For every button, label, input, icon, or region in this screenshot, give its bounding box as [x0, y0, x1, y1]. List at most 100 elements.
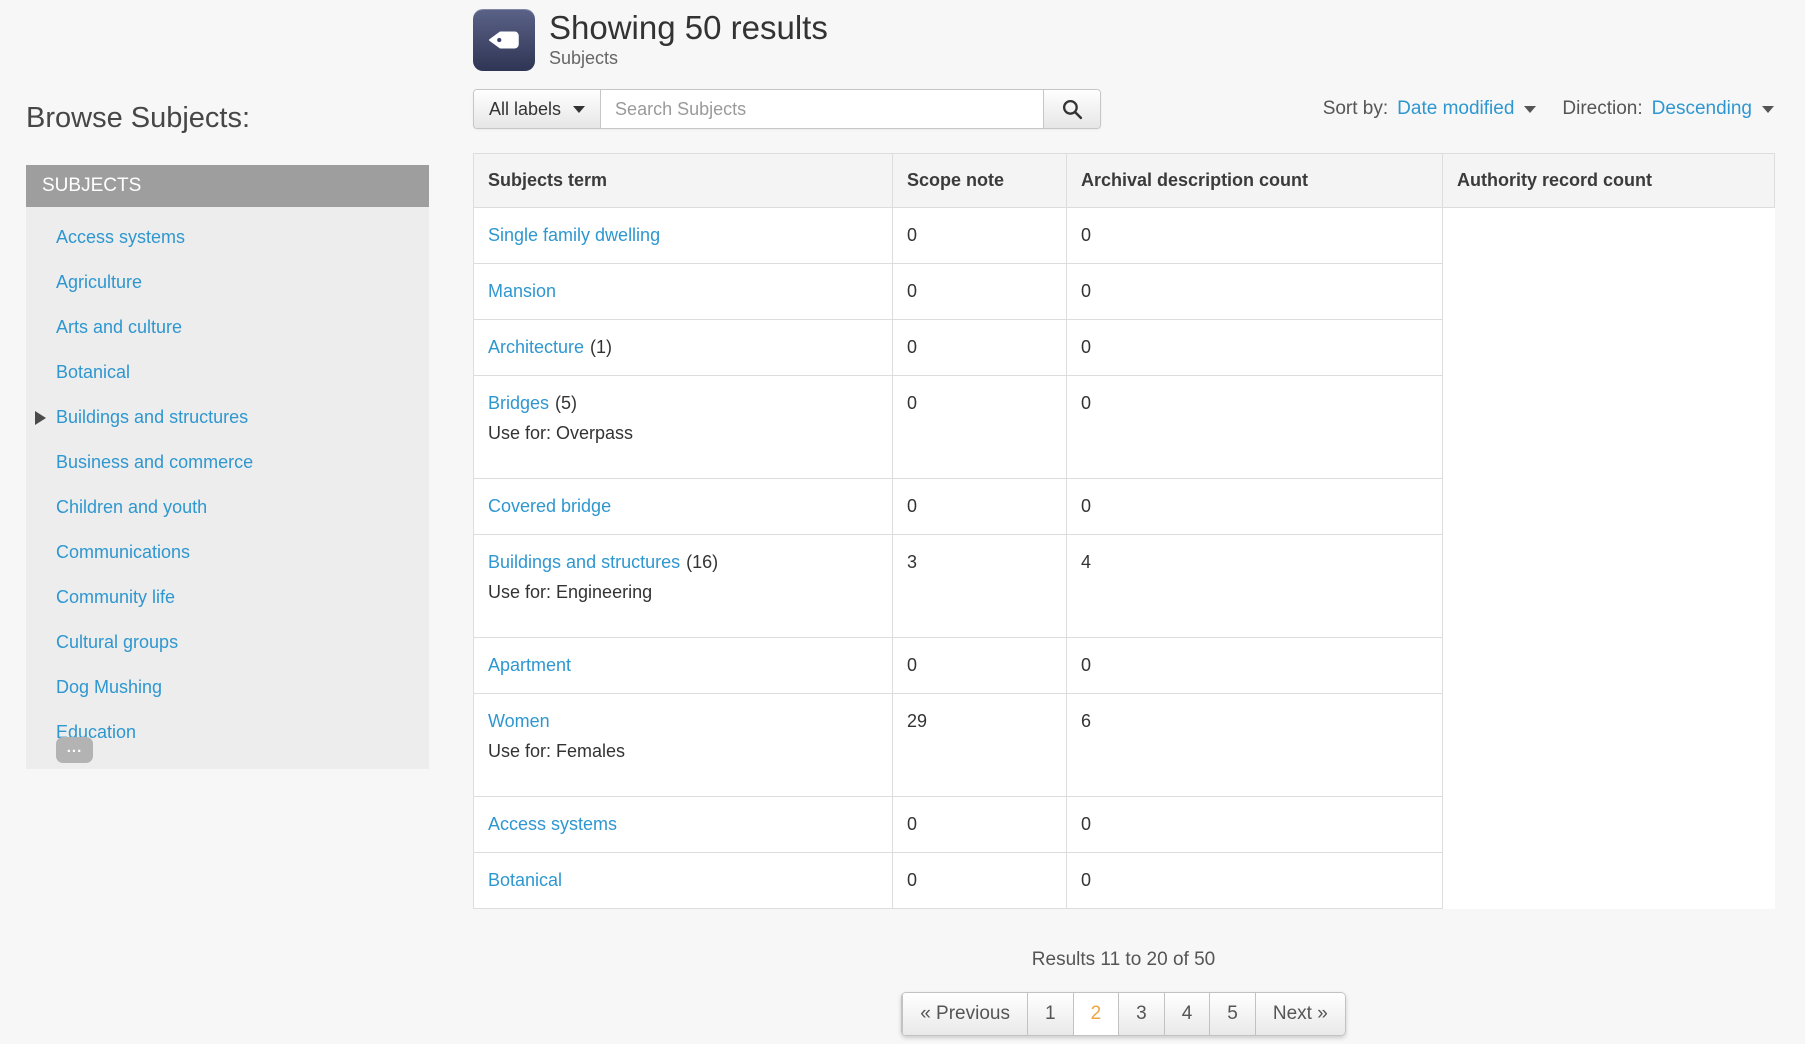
sort-by-label: Sort by:	[1323, 98, 1388, 120]
pagination-button[interactable]: 5	[1209, 993, 1255, 1035]
archival-count-cell: 0	[893, 479, 1067, 535]
authority-count-cell: 0	[1067, 479, 1443, 535]
subject-term-link[interactable]: Botanical	[488, 870, 562, 890]
sidebar-subject-link[interactable]: Communications	[26, 530, 429, 575]
sidebar-item-label: Dog Mushing	[56, 677, 162, 697]
subject-term-link[interactable]: Buildings and structures	[488, 552, 680, 572]
label-filter-value: All labels	[489, 99, 561, 120]
browse-heading: Browse Subjects:	[26, 0, 429, 135]
pagination-button[interactable]: 3	[1118, 993, 1164, 1035]
search-input[interactable]	[601, 90, 1043, 128]
search-button[interactable]	[1043, 90, 1100, 128]
use-for-note: Use for: Overpass	[488, 423, 878, 444]
pagination-button[interactable]: 1	[1027, 993, 1073, 1035]
authority-count-cell: 6	[1067, 694, 1443, 797]
subjects-table: Subjects term Scope note Archival descri…	[473, 153, 1775, 909]
chevron-down-icon	[573, 106, 585, 113]
term-count: (5)	[555, 393, 577, 413]
subjects-treeview-header: SUBJECTS	[26, 165, 429, 207]
subject-term-cell: Single family dwelling	[474, 208, 893, 264]
table-row: Access systems 0 0	[474, 797, 1775, 853]
subject-term-link[interactable]: Apartment	[488, 655, 571, 675]
sidebar-subject-link[interactable]: Business and commerce	[26, 440, 429, 485]
subjects-treeview: SUBJECTS Access systems Agriculture Arts…	[26, 165, 429, 769]
authority-count-cell: 0	[1067, 797, 1443, 853]
sidebar-subject-link[interactable]: Children and youth	[26, 485, 429, 530]
column-header-archival-count: Archival description count	[1067, 154, 1443, 208]
authority-count-cell: 0	[1067, 853, 1443, 909]
sidebar-item-label: Access systems	[56, 227, 185, 247]
sidebar-item-label: Agriculture	[56, 272, 142, 292]
term-count: (16)	[686, 552, 718, 572]
subject-term-link[interactable]: Women	[488, 711, 550, 731]
expand-arrow-icon[interactable]	[35, 411, 46, 425]
sort-by-dropdown[interactable]: Date modified	[1397, 98, 1536, 120]
table-row: Buildings and structures (16) Use for: En…	[474, 535, 1775, 638]
sidebar-subject-link[interactable]: Community life	[26, 575, 429, 620]
sidebar-subject-link[interactable]: Arts and culture	[26, 305, 429, 350]
subject-term-link[interactable]: Single family dwelling	[488, 225, 660, 245]
search-bar: All labels	[473, 89, 1101, 129]
subject-term-link[interactable]: Architecture	[488, 337, 584, 357]
column-header-authority-count: Authority record count	[1443, 154, 1775, 208]
browse-sidebar: Browse Subjects: SUBJECTS Access systems…	[26, 0, 429, 803]
subject-term-link[interactable]: Access systems	[488, 814, 617, 834]
main-content: Showing 50 results Subjects All labels S…	[473, 0, 1774, 1036]
subject-term-cell: Buildings and structures (16) Use for: En…	[474, 535, 893, 638]
sidebar-item-label: Community life	[56, 587, 175, 607]
sidebar-subject-link[interactable]: Access systems	[26, 215, 429, 260]
subject-term-link[interactable]: Mansion	[488, 281, 556, 301]
results-summary: Results 11 to 20 of 50	[473, 949, 1774, 971]
direction-dropdown[interactable]: Descending	[1652, 98, 1774, 120]
archival-count-cell: 3	[893, 535, 1067, 638]
table-row: Women Use for: Females 29 6	[474, 694, 1775, 797]
subject-term-cell: Bridges (5) Use for: Overpass	[474, 376, 893, 479]
pagination-button[interactable]: 4	[1164, 993, 1210, 1035]
table-row: Bridges(5) Use for: Overpass 0 0	[474, 376, 1775, 479]
table-row: Single family dwelling 0 0	[474, 208, 1775, 264]
sidebar-subject-link[interactable]: Agriculture	[26, 260, 429, 305]
results-title-block: Showing 50 results Subjects	[549, 9, 828, 69]
sidebar-item-label: Arts and culture	[56, 317, 182, 337]
table-row: Architecture(1) 0 0	[474, 320, 1775, 376]
authority-count-cell: 0	[1067, 264, 1443, 320]
term-count: (1)	[590, 337, 612, 357]
sidebar-item-label: Communications	[56, 542, 190, 562]
sidebar-item-label: Botanical	[56, 362, 130, 382]
pagination-button[interactable]: 2	[1073, 993, 1119, 1035]
sidebar-subject-link[interactable]: Dog Mushing	[26, 665, 429, 710]
sidebar-subject-link[interactable]: Cultural groups	[26, 620, 429, 665]
direction-value: Descending	[1652, 98, 1752, 120]
search-icon	[1061, 98, 1084, 121]
label-filter-dropdown[interactable]: All labels	[474, 90, 601, 128]
show-more-label: ...	[67, 739, 83, 756]
subject-term-link[interactable]: Covered bridge	[488, 496, 611, 516]
sidebar-subject-link[interactable]: Buildings and structures	[26, 395, 429, 440]
pagination-button[interactable]: Next »	[1255, 993, 1345, 1035]
direction-label: Direction:	[1562, 98, 1642, 120]
archival-count-cell: 0	[893, 638, 1067, 694]
table-header-row: Subjects term Scope note Archival descri…	[474, 154, 1775, 208]
subject-term-cell: Covered bridge	[474, 479, 893, 535]
chevron-down-icon	[1762, 106, 1774, 113]
archival-count-cell: 0	[893, 797, 1067, 853]
search-and-sort-row: All labels Sort by: Date modified Direct…	[473, 89, 1774, 129]
use-for-note: Use for: Engineering	[488, 582, 878, 603]
sidebar-subject-link[interactable]: Botanical	[26, 350, 429, 395]
archival-count-cell: 29	[893, 694, 1067, 797]
authority-count-cell: 0	[1067, 376, 1443, 479]
sidebar-item-label: Cultural groups	[56, 632, 178, 652]
pagination-container: « Previous 1 2 3 4 5 Next »	[473, 992, 1774, 1036]
pagination: « Previous 1 2 3 4 5 Next »	[901, 992, 1346, 1036]
archival-count-cell: 0	[893, 320, 1067, 376]
results-header: Showing 50 results Subjects	[473, 9, 1774, 73]
page-subtitle: Subjects	[549, 48, 828, 69]
sidebar-item-label: Business and commerce	[56, 452, 253, 472]
subject-term-cell: Access systems	[474, 797, 893, 853]
subject-term-link[interactable]: Bridges	[488, 393, 549, 413]
pagination-button[interactable]: « Previous	[902, 993, 1027, 1035]
authority-count-cell: 0	[1067, 208, 1443, 264]
tag-icon	[473, 9, 535, 71]
show-more-button[interactable]: ...	[56, 737, 93, 763]
table-row: Botanical 0 0	[474, 853, 1775, 909]
